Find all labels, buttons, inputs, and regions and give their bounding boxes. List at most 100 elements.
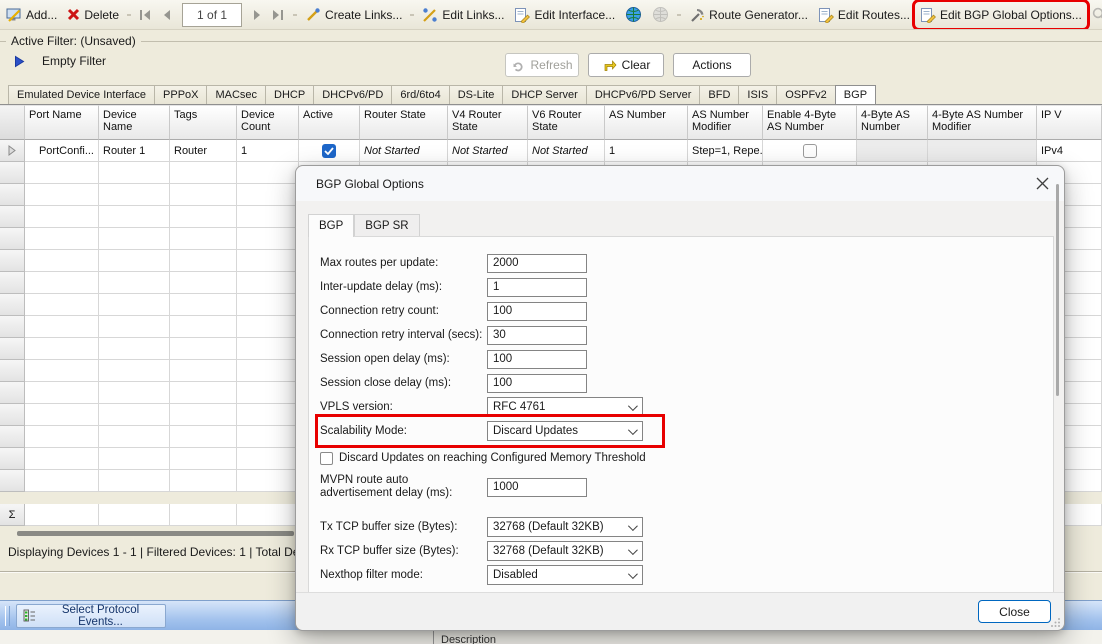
dropdown[interactable]: 32768 (Default 32KB) [487,541,643,561]
grid-cell-empty [237,426,299,448]
column-header[interactable]: Tags [170,105,237,140]
add-button[interactable]: Add... [2,3,61,27]
column-header[interactable]: AS Number [605,105,688,140]
protocol-tab-dhcpv6-pd[interactable]: DHCPv6/PD [313,85,392,104]
protocol-tab-ds-lite[interactable]: DS-Lite [449,85,504,104]
globe-button[interactable] [621,3,646,27]
grid-cell[interactable]: Not Started [360,140,448,162]
protocol-tab-6rd-6to4[interactable]: 6rd/6to4 [391,85,449,104]
text-input[interactable]: 30 [487,326,587,345]
dropdown-value: Disabled [493,569,538,581]
grid-cell[interactable]: Step=1, Repe... [688,140,763,162]
grid-cell-empty [25,294,99,316]
summary-cell [99,504,170,526]
grid-cell[interactable] [857,140,928,162]
nav-prev-button[interactable] [158,3,176,27]
protocol-tab-bfd[interactable]: BFD [699,85,739,104]
grid-cell-empty [99,228,170,250]
column-header[interactable]: Port Name [25,105,99,140]
dropdown[interactable]: Discard Updates [487,421,643,441]
row-selector[interactable] [0,140,25,162]
dialog-field-row: MVPN route auto advertisement delay (ms)… [320,469,660,505]
protocol-tab-dhcpv6-pd-server[interactable]: DHCPv6/PD Server [586,85,701,104]
create-links-button[interactable]: Create Links... [301,3,406,27]
grid-cell-empty [170,228,237,250]
text-input[interactable]: 100 [487,374,587,393]
enable-4byte-as-checkbox[interactable] [803,144,817,158]
protocol-tab-ospfv2[interactable]: OSPFv2 [776,85,836,104]
dropdown-value: 32768 (Default 32KB) [493,521,604,533]
protocol-tab-emulated-device-interface[interactable]: Emulated Device Interface [8,85,155,104]
text-input[interactable]: 100 [487,350,587,369]
create-links-icon [305,7,321,23]
grid-cell[interactable]: 1 [237,140,299,162]
grid-cell[interactable]: Router [170,140,237,162]
nav-first-button[interactable] [135,3,156,27]
dialog-scrollbar-thumb[interactable] [1056,184,1059,396]
row-selector-header[interactable] [0,105,25,140]
column-header[interactable]: Router State [360,105,448,140]
dialog-close-icon[interactable] [1035,176,1050,191]
page-indicator[interactable]: 1 of 1 [182,3,242,27]
protocol-tab-pppox[interactable]: PPPoX [154,85,207,104]
nav-next-button[interactable] [248,3,266,27]
grid-cell[interactable]: IPv4 [1037,140,1102,162]
column-header[interactable]: IP V [1037,105,1102,140]
actions-button[interactable]: Actions [673,53,751,77]
protocol-tab-dhcp-server[interactable]: DHCP Server [502,85,586,104]
active-checkbox[interactable] [322,144,336,158]
dropdown[interactable]: Disabled [487,565,643,585]
toolbar-grip[interactable] [5,606,10,626]
create-links-label: Create Links... [325,8,402,22]
grid-cell[interactable]: Not Started [528,140,605,162]
protocol-tab-bgp[interactable]: BGP [835,85,876,105]
edit-interface-button[interactable]: Edit Interface... [510,3,619,27]
grid-cell[interactable]: Not Started [448,140,528,162]
grid-cell[interactable] [928,140,1037,162]
resize-grip-icon[interactable] [1051,617,1061,627]
grid-cell[interactable]: 1 [605,140,688,162]
grid-cell[interactable]: Router 1 [99,140,170,162]
nav-last-button[interactable] [268,3,289,27]
route-generator-button[interactable]: Route Generator... [685,3,812,27]
column-header[interactable]: Device Name [99,105,170,140]
select-protocol-events-button[interactable]: Select Protocol Events... [16,604,166,628]
active-filter-row[interactable]: Empty Filter [14,54,106,68]
grid-cell[interactable]: PortConfi... [25,140,99,162]
grid-cell-empty [237,206,299,228]
protocol-tab-isis[interactable]: ISIS [738,85,777,104]
column-header[interactable]: V6 Router State [528,105,605,140]
dialog-titlebar[interactable]: BGP Global Options [296,166,1064,201]
column-header[interactable]: Device Count [237,105,299,140]
grid-cell[interactable] [299,140,360,162]
horizontal-scrollbar-thumb[interactable] [17,531,294,536]
text-input[interactable]: 100 [487,302,587,321]
row-selector [0,184,25,206]
clear-icon [602,58,617,72]
checkbox[interactable] [320,452,333,465]
column-header[interactable]: Active [299,105,360,140]
text-input[interactable]: 1000 [487,478,587,497]
edit-routes-button[interactable]: Edit Routes... [814,3,914,27]
text-input[interactable]: 1 [487,278,587,297]
protocol-tab-dhcp[interactable]: DHCP [265,85,314,104]
column-header[interactable]: 4-Byte AS Number [857,105,928,140]
edit-links-button[interactable]: Edit Links... [418,3,508,27]
column-header[interactable]: AS Number Modifier [688,105,763,140]
delete-button[interactable]: Delete [63,3,123,27]
dialog-tab-bgp-sr[interactable]: BGP SR [354,214,419,236]
grid-data-row[interactable]: PortConfi...Router 1Router1Not StartedNo… [0,140,1102,162]
grid-cell[interactable] [763,140,857,162]
close-button[interactable]: Close [978,600,1051,623]
apply-filter-play-icon[interactable] [14,55,25,68]
column-header[interactable]: Enable 4-Byte AS Number [763,105,857,140]
dropdown[interactable]: 32768 (Default 32KB) [487,517,643,537]
protocol-tab-macsec[interactable]: MACsec [206,85,266,104]
dialog-tab-bgp[interactable]: BGP [308,214,354,237]
column-header[interactable]: 4-Byte AS Number Modifier [928,105,1037,140]
dropdown[interactable]: RFC 4761 [487,397,643,417]
text-input[interactable]: 2000 [487,254,587,273]
clear-button[interactable]: Clear [588,53,664,77]
edit-bgp-global-options-button[interactable]: Edit BGP Global Options... [916,3,1086,27]
column-header[interactable]: V4 Router State [448,105,528,140]
